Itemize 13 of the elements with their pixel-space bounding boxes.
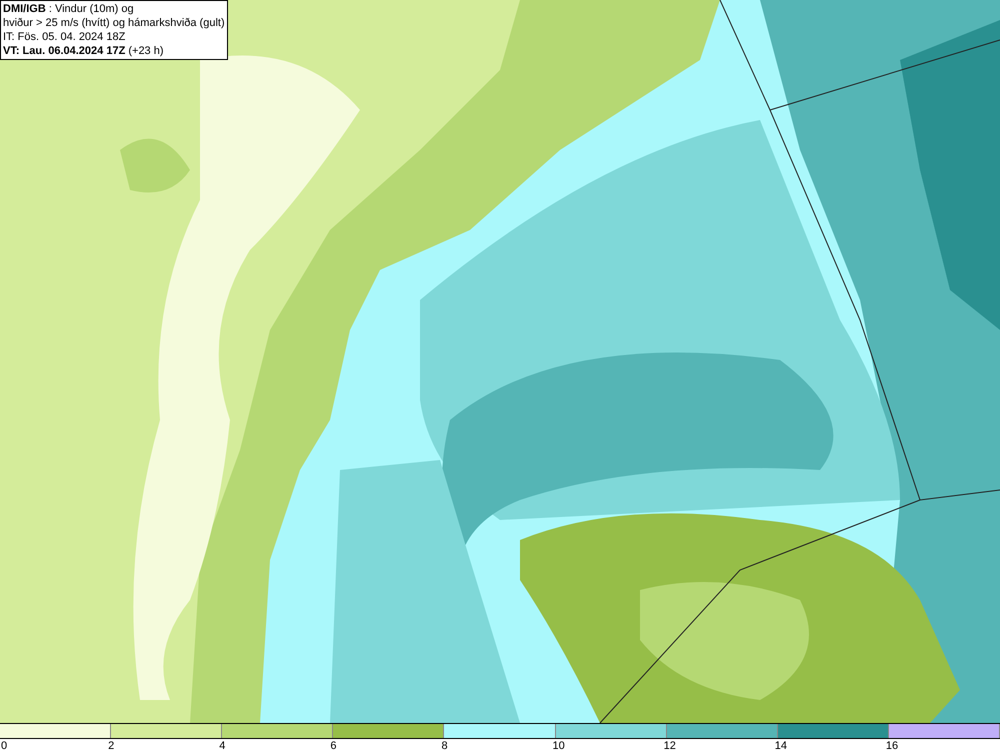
title-line: hviður > 25 m/s (hvítt) og hámarkshviða (gult)	[3, 16, 225, 30]
title-line: VT: Lau. 06.04.2024 17Z (+23 h)	[3, 44, 165, 58]
legend-tick-label: 6	[330, 739, 336, 753]
title-line: DMI/IGB : Vindur (10m) og	[3, 2, 135, 16]
legend-tick-label: 2	[108, 739, 114, 753]
legend-tick-label: 16	[886, 739, 898, 753]
legend-tick-label: 12	[664, 739, 676, 753]
legend-tick-label: 4	[219, 739, 226, 753]
title-line: IT: Fös. 05. 04. 2024 18Z	[3, 30, 126, 44]
legend-tick-label: 0	[1, 739, 8, 753]
legend-tick-label: 10	[552, 739, 565, 753]
legend-tick-label: 8	[441, 739, 448, 753]
legend-tick-label: 14	[774, 739, 788, 753]
